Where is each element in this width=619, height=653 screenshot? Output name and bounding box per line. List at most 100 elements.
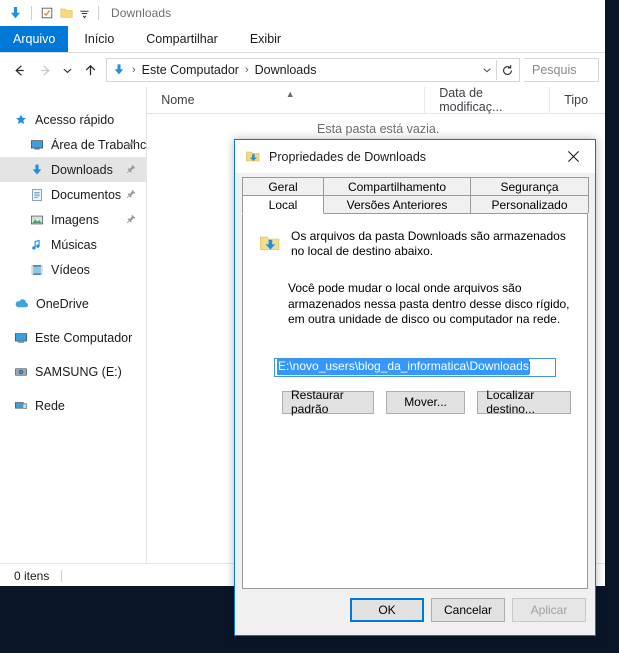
downloads-folder-icon	[259, 228, 281, 259]
breadcrumb-item-0[interactable]: Este Computador	[142, 63, 239, 77]
empty-folder-message: Esta pasta está vazia.	[317, 122, 440, 136]
location-path-value: E:\novo_users\blog_da_informatica\Downlo…	[277, 359, 529, 375]
sidebar-item-samsung-drive[interactable]: SAMSUNG (E:)	[0, 359, 146, 384]
this-pc-icon	[14, 331, 28, 345]
dialog-tab-row-1: Geral Compartilhamento Segurança	[242, 177, 589, 195]
location-info-line1: Os arquivos da pasta Downloads são armaz…	[291, 229, 566, 243]
pin-icon[interactable]	[126, 138, 136, 152]
properties-dialog: Propriedades de Downloads Geral Comparti…	[234, 139, 596, 636]
sidebar-label: Acesso rápido	[35, 112, 115, 127]
location-action-buttons: Restaurar padrão Mover... Localizar dest…	[282, 388, 571, 416]
pin-icon[interactable]	[126, 213, 136, 227]
ok-button[interactable]: OK	[350, 598, 424, 622]
ribbon-tab-compartilhar[interactable]: Compartilhar	[130, 26, 234, 52]
column-header-nome[interactable]: Nome ▲	[147, 87, 424, 113]
video-film-icon	[30, 263, 44, 277]
column-header-data-modificacao[interactable]: Data de modificaç...	[424, 86, 549, 114]
sidebar-item-este-computador[interactable]: Este Computador	[0, 325, 146, 350]
location-info-text: Os arquivos da pasta Downloads são armaz…	[291, 228, 566, 259]
navigation-pane: Acesso rápido Área de Trabalhc Downloads	[0, 87, 148, 563]
column-header-tipo[interactable]: Tipo	[549, 87, 605, 113]
sidebar-label: Documentos	[51, 187, 122, 202]
dialog-tab-page-local: Os arquivos da pasta Downloads são armaz…	[242, 213, 588, 589]
drive-icon	[14, 365, 28, 379]
dialog-tab-row-2: Local Versões Anteriores Personalizado	[242, 195, 589, 214]
search-input[interactable]: Pesquis	[524, 58, 599, 82]
dialog-tab-personalizado[interactable]: Personalizado	[470, 195, 589, 213]
address-dropdown-icon[interactable]	[478, 65, 496, 75]
network-icon	[14, 399, 28, 413]
sidebar-label: Vídeos	[51, 262, 90, 277]
sidebar-item-downloads[interactable]: Downloads	[0, 157, 147, 182]
close-icon[interactable]	[551, 140, 595, 172]
title-bar: Downloads	[0, 0, 605, 26]
pin-icon[interactable]	[126, 163, 136, 177]
address-downloads-icon	[112, 63, 126, 77]
sidebar-item-videos[interactable]: Vídeos	[0, 257, 146, 282]
dialog-tab-local[interactable]: Local	[242, 195, 324, 214]
dialog-title: Propriedades de Downloads	[269, 149, 427, 164]
sidebar-item-acesso-rapido[interactable]: Acesso rápido	[0, 107, 146, 132]
sidebar-gap-3	[0, 350, 146, 359]
column-label: Nome	[161, 93, 195, 107]
sidebar-item-area-de-trabalho[interactable]: Área de Trabalhc	[0, 132, 146, 157]
ribbon-tab-arquivo[interactable]: Arquivo	[0, 26, 69, 52]
sidebar-label: OneDrive	[36, 296, 89, 311]
breadcrumb-sep-0: ›	[132, 64, 136, 76]
ribbon-tab-inicio[interactable]: Início	[68, 26, 130, 52]
new-folder-icon[interactable]	[59, 6, 74, 20]
sidebar-label: SAMSUNG (E:)	[35, 364, 122, 379]
item-count-label: 0 itens	[14, 569, 50, 583]
dialog-tab-versoes-anteriores[interactable]: Versões Anteriores	[323, 195, 471, 213]
sidebar-item-rede[interactable]: Rede	[0, 393, 146, 418]
pin-icon[interactable]	[126, 188, 136, 202]
restore-default-button[interactable]: Restaurar padrão	[282, 388, 374, 416]
recent-locations-chevron-icon[interactable]	[58, 57, 77, 83]
documents-icon	[30, 188, 44, 202]
music-note-icon	[30, 238, 44, 252]
back-arrow-icon[interactable]	[6, 57, 32, 83]
sidebar-item-imagens[interactable]: Imagens	[0, 207, 146, 232]
location-path-input[interactable]: E:\novo_users\blog_da_informatica\Downlo…	[274, 357, 556, 377]
sidebar-item-documentos[interactable]: Documentos	[0, 182, 146, 207]
ribbon-tab-exibir[interactable]: Exibir	[234, 26, 297, 52]
dialog-tab-seguranca[interactable]: Segurança	[470, 177, 589, 195]
apply-button: Aplicar	[512, 598, 586, 622]
titlebar-divider-1	[31, 6, 32, 20]
status-divider	[61, 570, 63, 582]
address-bar[interactable]: › Este Computador › Downloads	[106, 58, 520, 82]
downloads-arrow-icon[interactable]	[8, 6, 23, 21]
window-title: Downloads	[111, 6, 172, 20]
sidebar-label: Downloads	[51, 162, 113, 177]
pictures-icon	[30, 213, 44, 227]
sidebar-label: Músicas	[51, 237, 97, 252]
breadcrumb: › Este Computador › Downloads	[128, 63, 478, 77]
sidebar-item-onedrive[interactable]: OneDrive	[0, 291, 146, 316]
downloads-arrow-icon	[30, 163, 44, 177]
breadcrumb-item-1[interactable]: Downloads	[255, 63, 317, 77]
sort-ascending-icon: ▲	[285, 89, 295, 99]
refresh-icon[interactable]	[496, 60, 517, 80]
sidebar-label: Este Computador	[35, 330, 133, 345]
cancel-button[interactable]: Cancelar	[431, 598, 505, 622]
dialog-tab-geral[interactable]: Geral	[242, 177, 324, 195]
breadcrumb-sep-1: ›	[244, 64, 249, 76]
dialog-tab-compartilhamento[interactable]: Compartilhamento	[323, 177, 471, 195]
ribbon-tab-bar: Arquivo Início Compartilhar Exibir	[0, 26, 605, 53]
location-info-row: Os arquivos da pasta Downloads são armaz…	[259, 228, 571, 259]
navigation-bar: › Este Computador › Downloads Pesquis	[0, 53, 605, 87]
location-description: Você pode mudar o local onde arquivos sã…	[288, 281, 570, 326]
column-label: Data de modificaç...	[439, 86, 503, 114]
sidebar-gap-1	[0, 282, 146, 291]
move-button[interactable]: Mover...	[385, 390, 466, 414]
titlebar-divider-2	[98, 6, 99, 20]
up-arrow-icon[interactable]	[77, 57, 103, 83]
find-target-button[interactable]: Localizar destino...	[477, 388, 571, 416]
dialog-tab-strip: Geral Compartilhamento Segurança Local V…	[235, 173, 595, 214]
column-header-row: Nome ▲ Data de modificaç... Tipo	[147, 86, 605, 114]
desktop-icon	[30, 138, 44, 152]
forward-arrow-icon[interactable]	[32, 57, 58, 83]
sidebar-item-musicas[interactable]: Músicas	[0, 232, 146, 257]
customize-chevron-icon[interactable]	[79, 8, 90, 19]
properties-icon[interactable]	[40, 6, 54, 20]
